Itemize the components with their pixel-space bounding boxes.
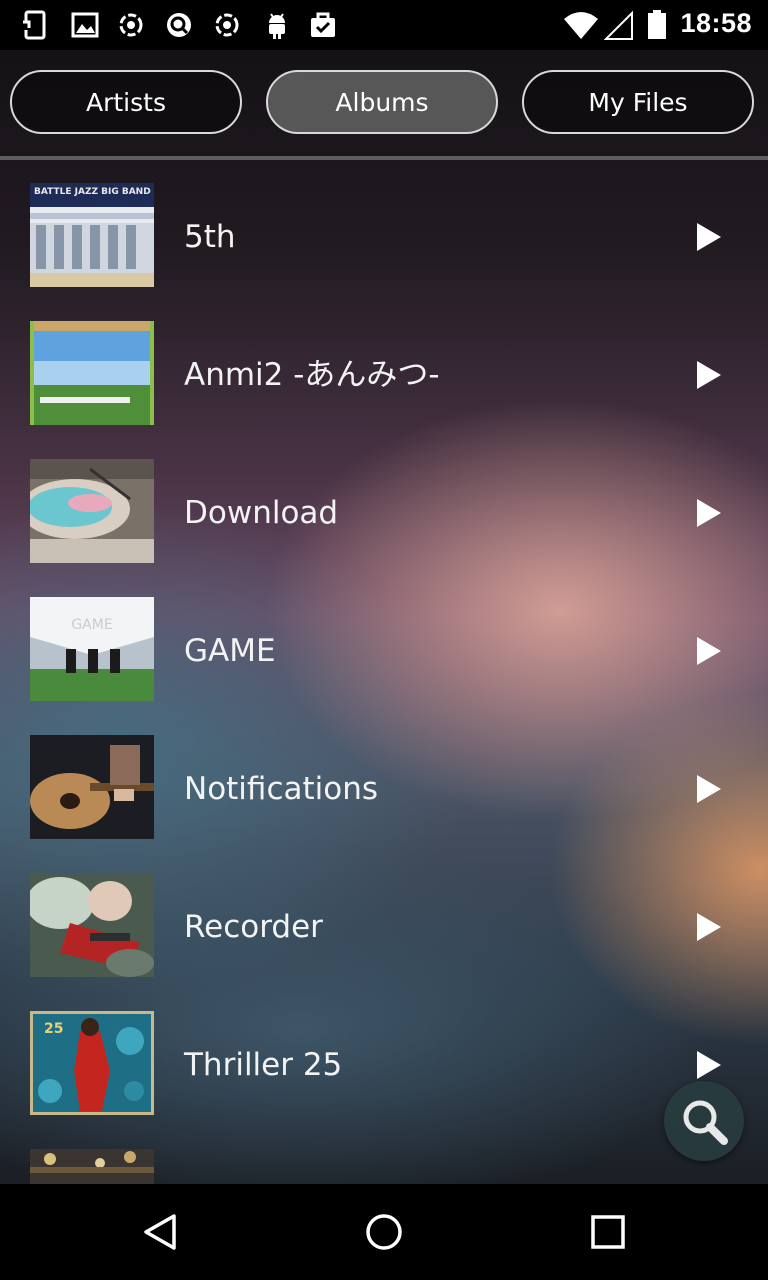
play-icon[interactable] xyxy=(696,774,722,804)
battery-icon xyxy=(648,10,666,39)
album-row[interactable]: GAME GAME xyxy=(0,574,768,712)
play-icon[interactable] xyxy=(696,636,722,666)
clock: 18:58 xyxy=(680,8,752,38)
album-cover xyxy=(30,459,154,563)
album-cover: GAME xyxy=(30,597,154,701)
album-title: Notifications xyxy=(184,771,379,807)
home-icon[interactable] xyxy=(364,1212,404,1252)
tab-bar: Artists Albums My Files xyxy=(0,50,768,160)
play-icon[interactable] xyxy=(696,1050,722,1080)
cell-signal-icon xyxy=(604,10,633,40)
sync-icon xyxy=(119,13,143,37)
album-cover: 25 xyxy=(30,1011,154,1115)
play-icon[interactable] xyxy=(696,498,722,528)
album-cover xyxy=(30,1149,154,1184)
album-row[interactable]: 25 Thriller 25 xyxy=(0,988,768,1126)
album-browser: Artists Albums My Files BATTLE JAZZ BIG … xyxy=(0,50,768,1184)
album-title: Thriller 25 xyxy=(184,1047,343,1083)
album-row[interactable] xyxy=(0,1126,768,1184)
play-icon[interactable] xyxy=(696,360,722,390)
album-title: Recorder xyxy=(184,909,323,945)
quick-icon xyxy=(167,13,191,37)
back-icon[interactable] xyxy=(140,1212,180,1252)
status-bar: 18:58 xyxy=(0,0,768,50)
search-icon xyxy=(683,1100,728,1145)
play-icon[interactable] xyxy=(696,222,722,252)
recents-icon[interactable] xyxy=(588,1212,628,1252)
image-icon xyxy=(71,12,99,38)
album-row[interactable]: Download xyxy=(0,436,768,574)
screenshot-icon xyxy=(23,10,46,40)
search-button[interactable] xyxy=(664,1081,744,1161)
album-cover: BATTLE JAZZ BIG BAND xyxy=(30,183,154,287)
album-row[interactable]: BATTLE JAZZ BIG BAND 5th xyxy=(0,160,768,298)
navigation-bar xyxy=(0,1184,768,1280)
album-cover xyxy=(30,873,154,977)
tab-artists[interactable]: Artists xyxy=(10,70,242,134)
android-icon xyxy=(269,13,285,39)
tab-my-files[interactable]: My Files xyxy=(522,70,754,134)
album-title: Anmi2 -あんみつ- xyxy=(184,357,440,393)
wifi-icon xyxy=(564,12,598,39)
cover-text: BATTLE JAZZ BIG BAND xyxy=(34,187,151,197)
album-row[interactable]: Notifications xyxy=(0,712,768,850)
tab-albums[interactable]: Albums xyxy=(266,70,498,134)
sync-icon xyxy=(215,13,239,37)
album-title: Download xyxy=(184,495,339,531)
album-title: 5th xyxy=(184,219,236,255)
album-cover xyxy=(30,735,154,839)
album-title: GAME xyxy=(184,633,276,669)
briefcase-check-icon xyxy=(311,12,335,37)
album-row[interactable]: Anmi2 -あんみつ- xyxy=(0,298,768,436)
album-cover xyxy=(30,321,154,425)
cover-text: GAME xyxy=(71,617,112,633)
cover-text: 25 xyxy=(44,1021,63,1037)
album-row[interactable]: Recorder xyxy=(0,850,768,988)
play-icon[interactable] xyxy=(696,912,722,942)
